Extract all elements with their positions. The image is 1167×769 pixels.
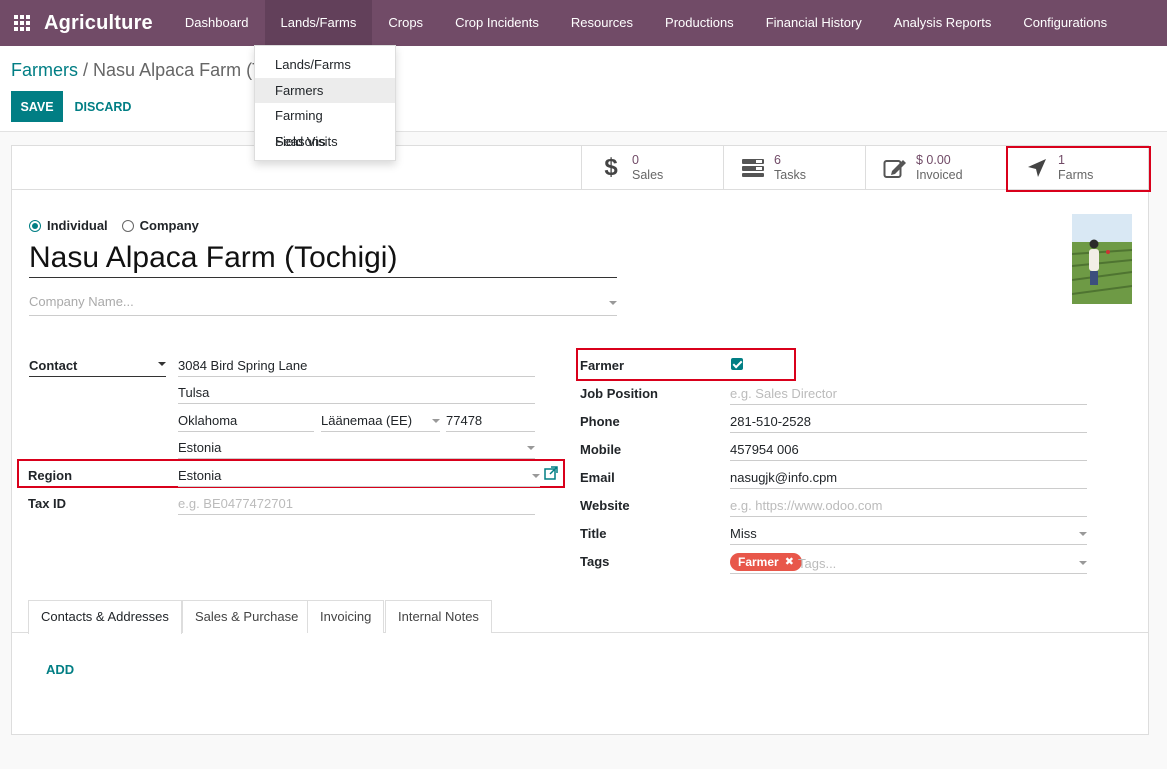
region-select[interactable]: Estonia — [178, 465, 540, 487]
tags-label: Tags — [580, 554, 610, 569]
tasks-smart-button[interactable]: 6 Tasks — [723, 146, 865, 190]
invoiced-label: Invoiced — [916, 168, 963, 182]
farms-highlight-box — [1006, 146, 1151, 192]
chevron-down-icon — [532, 474, 540, 478]
notebook-tabs: Contacts & Addresses Sales & Purchase In… — [12, 600, 1148, 634]
edit-icon — [882, 157, 908, 179]
farmer-checkbox[interactable] — [731, 358, 743, 370]
dropdown-item-farming-seasons[interactable]: Farming Seasons — [255, 103, 395, 149]
dollar-icon: $ — [604, 154, 618, 181]
sales-label: Sales — [632, 168, 664, 182]
individual-radio[interactable] — [29, 219, 41, 232]
menu-configurations[interactable]: Configurations — [1007, 0, 1123, 46]
phone-input[interactable]: 281-510-2528 — [730, 411, 1087, 433]
mobile-input[interactable]: 457954 006 — [730, 439, 1087, 461]
chevron-down-icon — [1079, 532, 1087, 536]
control-panel: Farmers / Nasu Alpaca Farm (T SAVE DISCA… — [0, 46, 1167, 132]
external-link-icon[interactable] — [544, 466, 558, 483]
smart-buttons-bar: $ 0 Sales 6 Tasks $ 0.00 Invoiced 1 Farms — [12, 146, 1148, 190]
chevron-down-icon — [527, 446, 535, 450]
form-sheet: $ 0 Sales 6 Tasks $ 0.00 Invoiced 1 Farms In… — [11, 145, 1151, 735]
lands-farms-dropdown: Lands/Farms Farmers Farming Seasons Fiel… — [254, 45, 396, 161]
dropdown-item-field-visits[interactable]: Field Visits — [255, 129, 395, 155]
state-select[interactable]: Läänemaa (EE) — [321, 410, 440, 432]
tax-id-label: Tax ID — [28, 496, 67, 511]
chevron-down-icon — [158, 362, 166, 366]
website-label: Website — [580, 498, 630, 513]
individual-label: Individual — [47, 218, 108, 233]
region-label: Region — [28, 468, 73, 483]
tab-internal-notes[interactable]: Internal Notes — [385, 600, 492, 633]
remove-tag-icon[interactable]: ✖ — [785, 553, 794, 571]
menu-analysis-reports[interactable]: Analysis Reports — [878, 0, 1008, 46]
dropdown-item-farmers[interactable]: Farmers — [255, 77, 395, 103]
city-input[interactable]: Tulsa — [178, 382, 535, 404]
partner-type-radio-group: Individual Company — [29, 218, 213, 233]
chevron-down-icon — [609, 301, 617, 305]
breadcrumb-current: Nasu Alpaca Farm (T — [93, 60, 264, 80]
app-brand[interactable]: Agriculture — [44, 12, 169, 35]
menu-productions[interactable]: Productions — [649, 0, 750, 46]
address-type-select[interactable]: Contact — [29, 355, 166, 377]
breadcrumb-farmers-link[interactable]: Farmers — [11, 60, 78, 80]
mobile-label: Mobile — [580, 442, 622, 457]
menu-resources[interactable]: Resources — [555, 0, 649, 46]
company-radio[interactable] — [121, 219, 134, 232]
chevron-down-icon — [432, 419, 440, 423]
company-name-placeholder: Company Name... — [29, 294, 134, 309]
email-label: Email — [580, 470, 615, 485]
phone-label: Phone — [580, 414, 620, 429]
invoiced-smart-button[interactable]: $ 0.00 Invoiced — [865, 146, 1007, 190]
farmer-label: Farmer — [580, 358, 625, 373]
company-label: Company — [139, 218, 199, 233]
menu-financial-history[interactable]: Financial History — [750, 0, 878, 46]
main-menu: Dashboard Lands/Farms Crops Crop Inciden… — [169, 0, 1123, 46]
top-navbar: Agriculture Dashboard Lands/Farms Crops … — [0, 0, 1167, 46]
tab-contacts-addresses[interactable]: Contacts & Addresses — [28, 600, 182, 634]
menu-crops[interactable]: Crops — [372, 0, 439, 46]
avatar[interactable] — [1072, 214, 1132, 304]
menu-dashboard[interactable]: Dashboard — [169, 0, 265, 46]
tag-farmer-label: Farmer — [738, 555, 779, 569]
country-select-value: Estonia — [178, 440, 222, 455]
title-select-value: Miss — [730, 526, 757, 541]
job-position-input[interactable]: e.g. Sales Director — [730, 383, 1087, 405]
menu-crop-incidents[interactable]: Crop Incidents — [439, 0, 555, 46]
dropdown-item-lands-farms[interactable]: Lands/Farms — [255, 52, 395, 78]
state-text-input[interactable]: Oklahoma — [178, 410, 314, 432]
tax-id-input[interactable]: e.g. BE0477472701 — [178, 493, 535, 515]
discard-button[interactable]: DISCARD — [68, 91, 138, 122]
job-position-label: Job Position — [580, 386, 658, 401]
tasks-count: 6 — [774, 153, 781, 167]
company-name-select[interactable]: Company Name... — [29, 294, 617, 316]
tab-invoicing[interactable]: Invoicing — [307, 600, 385, 633]
sales-smart-button[interactable]: $ 0 Sales — [581, 146, 723, 190]
region-select-value: Estonia — [178, 468, 222, 483]
title-label: Title — [580, 526, 607, 541]
tab-sales-purchase[interactable]: Sales & Purchase — [182, 600, 312, 633]
email-input[interactable]: nasugjk@info.cpm — [730, 467, 1087, 489]
tag-farmer: Farmer ✖ — [730, 553, 802, 571]
invoiced-amount: $ 0.00 — [916, 153, 951, 167]
country-select[interactable]: Estonia — [178, 437, 535, 459]
address-type-value: Contact — [29, 358, 78, 373]
menu-lands-farms[interactable]: Lands/Farms — [264, 0, 373, 46]
add-contact-button[interactable]: ADD — [46, 662, 74, 677]
save-button[interactable]: SAVE — [11, 91, 63, 122]
state-select-value: Läänemaa (EE) — [321, 413, 413, 428]
breadcrumb: Farmers / Nasu Alpaca Farm (T — [11, 60, 263, 81]
street-input[interactable]: 3084 Bird Spring Lane — [178, 355, 535, 377]
website-input[interactable]: e.g. https://www.odoo.com — [730, 495, 1087, 517]
tasks-icon — [740, 158, 766, 178]
tags-placeholder: Tags... — [798, 556, 837, 571]
breadcrumb-separator: / — [83, 60, 89, 80]
title-select[interactable]: Miss — [730, 523, 1087, 545]
apps-menu-icon[interactable] — [0, 0, 44, 46]
partner-name-input[interactable]: Nasu Alpaca Farm (Tochigi) — [29, 238, 617, 278]
zip-input[interactable]: 77478 — [446, 410, 535, 432]
chevron-down-icon — [1079, 561, 1087, 565]
tasks-label: Tasks — [774, 168, 806, 182]
sales-count: 0 — [632, 153, 639, 167]
